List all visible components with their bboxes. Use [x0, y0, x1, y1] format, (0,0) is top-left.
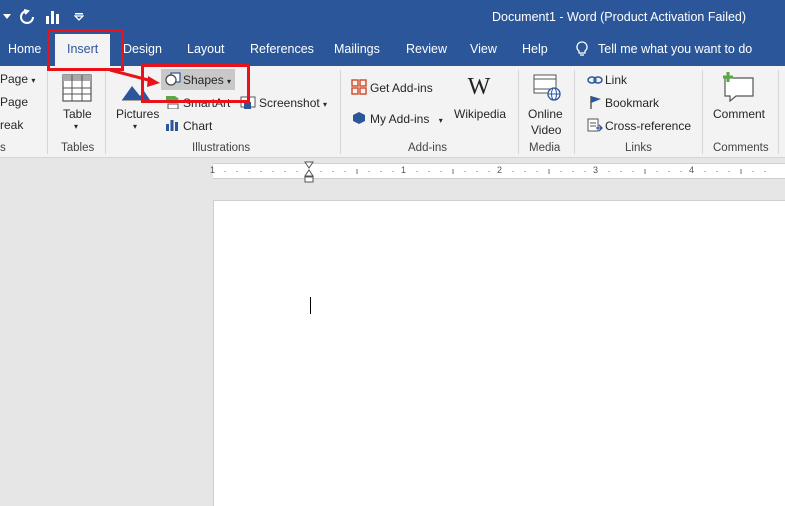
undo-dropdown-icon[interactable]	[0, 6, 14, 28]
ruler-number: 4	[689, 165, 695, 175]
document-page[interactable]	[213, 200, 785, 506]
ribbon-insert: Page ▾ Page reak s Table ▾ Tables Pictur…	[0, 66, 785, 158]
pages-group-label: s	[0, 142, 6, 154]
tell-me-box[interactable]: Tell me what you want to do	[576, 41, 752, 57]
text-cursor	[310, 297, 311, 314]
screenshot-button[interactable]: Screenshot ▾	[259, 96, 327, 110]
chart-bars-icon[interactable]	[40, 6, 66, 28]
horizontal-ruler[interactable]: 1 1 2 3 4	[210, 161, 785, 183]
addins-group-label: Add-ins	[408, 142, 447, 154]
lightbulb-icon	[576, 41, 588, 56]
group-separator	[340, 70, 341, 154]
online-video-icon[interactable]	[532, 72, 562, 105]
tab-home[interactable]: Home	[8, 42, 41, 56]
redo-icon[interactable]	[14, 6, 40, 28]
tab-review[interactable]: Review	[406, 42, 447, 56]
tab-design[interactable]: Design	[123, 42, 162, 56]
comment-icon[interactable]	[722, 72, 756, 105]
group-separator	[47, 70, 48, 154]
ruler-number: 1	[401, 165, 407, 175]
online-video-label-line2[interactable]: Video	[531, 123, 561, 137]
link-icon[interactable]	[587, 73, 603, 90]
customize-qat-icon[interactable]	[66, 6, 92, 28]
cross-reference-button[interactable]: Cross-reference	[605, 119, 691, 133]
quick-access-toolbar	[0, 6, 92, 28]
tab-layout[interactable]: Layout	[187, 42, 225, 56]
group-separator	[778, 70, 779, 154]
tables-group-label: Tables	[61, 142, 95, 154]
bookmark-icon[interactable]	[589, 95, 603, 112]
document-workspace: 1 1 2 3 4	[0, 159, 785, 506]
table-icon[interactable]	[62, 74, 92, 105]
comment-button[interactable]: Comment	[713, 107, 765, 121]
pictures-button-label[interactable]: Pictures	[116, 107, 159, 121]
tab-mailings[interactable]: Mailings	[334, 42, 380, 56]
online-video-label-line1[interactable]: Online	[528, 107, 563, 121]
bookmark-button[interactable]: Bookmark	[605, 96, 659, 110]
blank-page-button[interactable]: Page	[0, 95, 28, 109]
comments-group-label: Comments	[713, 142, 769, 154]
ruler-number: 1	[210, 165, 216, 175]
indent-marker-icon[interactable]	[304, 161, 314, 186]
cross-reference-icon[interactable]	[587, 118, 603, 135]
get-addins-icon[interactable]	[351, 79, 367, 98]
tell-me-text: Tell me what you want to do	[598, 42, 753, 56]
tab-references[interactable]: References	[250, 42, 314, 56]
annotation-insert-tab-box	[47, 29, 124, 71]
my-addins-button[interactable]: My Add-ins ▾	[370, 112, 443, 126]
group-separator	[518, 70, 519, 154]
annotation-shapes-box	[141, 64, 250, 103]
get-addins-button[interactable]: Get Add-ins	[370, 81, 433, 95]
links-group-label: Links	[625, 142, 652, 154]
group-separator	[702, 70, 703, 154]
illustrations-group-label: Illustrations	[192, 142, 251, 154]
pictures-dropdown-icon[interactable]: ▾	[133, 122, 137, 131]
my-addins-icon[interactable]	[351, 110, 367, 129]
media-group-label: Media	[529, 142, 561, 154]
chart-button[interactable]: Chart	[183, 119, 212, 133]
tab-view[interactable]: View	[470, 42, 497, 56]
group-separator	[574, 70, 575, 154]
link-button[interactable]: Link	[605, 73, 627, 87]
ruler-number: 3	[593, 165, 599, 175]
chart-icon[interactable]	[165, 118, 179, 134]
document-title: Document1 - Word (Product Activation Fai…	[492, 10, 747, 24]
wikipedia-icon[interactable]: W	[464, 74, 494, 101]
table-button-label[interactable]: Table	[63, 107, 92, 121]
cover-page-button[interactable]: Page ▾	[0, 72, 35, 86]
page-break-button[interactable]: reak	[0, 118, 23, 132]
tab-help[interactable]: Help	[522, 42, 548, 56]
table-dropdown-icon[interactable]: ▾	[74, 122, 78, 131]
ruler-number: 2	[497, 165, 503, 175]
group-separator	[105, 70, 106, 154]
svg-text:W: W	[468, 74, 491, 98]
wikipedia-button[interactable]: Wikipedia	[454, 107, 506, 121]
